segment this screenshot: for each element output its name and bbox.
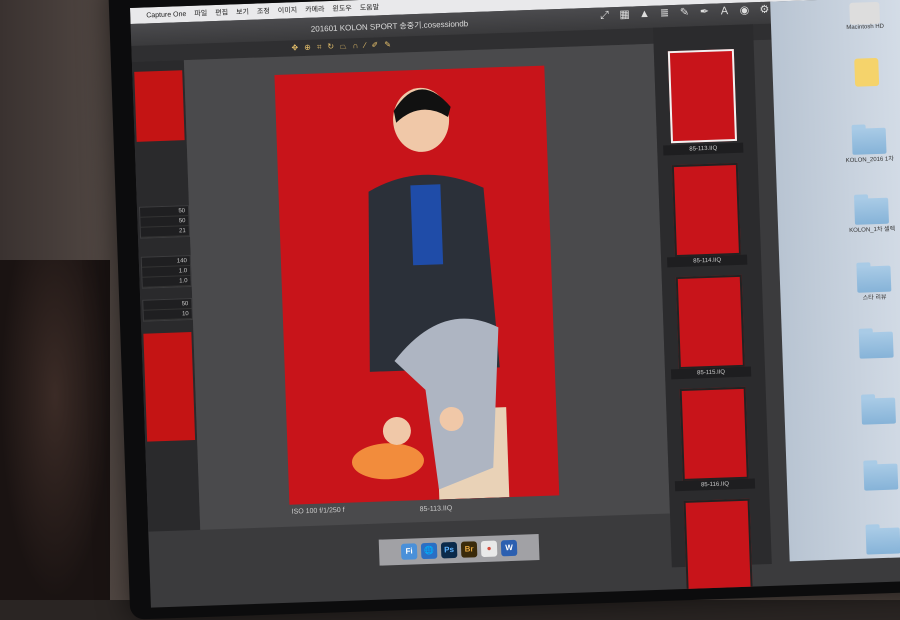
mask-tool-icon[interactable]: ∩ (352, 41, 358, 51)
chrome-dock-icon[interactable]: ● (480, 540, 498, 558)
desktop-item[interactable]: Macintosh HD (824, 1, 900, 32)
folder-icon (863, 463, 899, 491)
eye-icon[interactable]: ◉ (738, 4, 750, 16)
desktop-item-label: 스타 리뷰 (862, 294, 887, 302)
rotate-tool-icon[interactable]: ↻ (327, 42, 334, 52)
session-title: 201601 KOLON SPORT 송중기.cosessiondb (310, 19, 469, 34)
menu-adjust[interactable]: 조정 (257, 6, 270, 16)
bridge-dock-icon[interactable]: Br (460, 541, 478, 558)
image-viewer[interactable]: ISO 100 f/1/250 f 85-113.IIQ (183, 43, 670, 530)
thumbnail[interactable] (683, 498, 753, 593)
drive-icon (849, 1, 881, 25)
picker-tool-icon[interactable]: ⁄ (364, 41, 366, 51)
clarity-section: 140 1.0 1.0 (140, 255, 192, 289)
menu-file[interactable]: 파일 (194, 8, 207, 18)
desktop-item[interactable]: KOLON_2016 1차 (829, 127, 900, 165)
desktop-item[interactable] (840, 463, 900, 492)
menu-camera[interactable]: 카메라 (305, 4, 325, 15)
desktop-item[interactable] (838, 397, 900, 426)
desktop-item[interactable]: 스타 리뷰 (833, 265, 900, 303)
list-icon[interactable]: ≣ (658, 7, 670, 19)
grid-icon[interactable]: ▦ (618, 9, 630, 21)
menu-image[interactable]: 이미지 (278, 5, 298, 16)
import-icon[interactable]: ⤢ (598, 9, 610, 21)
folder-icon (851, 127, 887, 155)
thumbnail-label: 85-115.IIQ (670, 366, 752, 380)
text-icon[interactable]: A (718, 5, 730, 17)
folder-icon (856, 265, 892, 293)
photoshop-dock-icon[interactable]: Ps (440, 541, 458, 559)
viewer-filename: 85-113.IIQ (419, 505, 453, 514)
desktop-item[interactable] (843, 527, 900, 556)
keystone-tool-icon[interactable]: ⏢ (340, 41, 347, 51)
desktop-area: Macintosh HD KOLON_2016 1차 KOLON_1차 셀렉 스… (770, 0, 900, 562)
desktop-item[interactable] (836, 331, 900, 360)
histogram-preview (134, 70, 185, 142)
usb-drive-icon (854, 57, 880, 87)
capture-meta: ISO 100 f/1/250 f (291, 506, 345, 516)
desktop-item-label: KOLON_1차 셀렉 (849, 226, 896, 235)
desktop-item[interactable]: KOLON_1차 셀렉 (831, 197, 900, 235)
thumbnail-browser: 85-113.IIQ 85-114.IIQ 85-115.IIQ 85-116.… (653, 24, 772, 593)
thumbnail-label: 85-114.IIQ (667, 254, 748, 268)
folder-icon (865, 527, 900, 555)
zoom-tool-icon[interactable]: ⊕ (304, 43, 311, 53)
menu-edit[interactable]: 편집 (215, 8, 228, 18)
menu-help[interactable]: 도움말 (360, 2, 380, 13)
top-toolbar: ⤢ ▦ ▲ ≣ ✎ ✒ A ◉ ⚙ (598, 4, 770, 22)
menu-window[interactable]: 윈도우 (332, 3, 352, 14)
color-preview (143, 332, 196, 442)
pan-tool-icon[interactable]: ✥ (291, 43, 298, 53)
annotate-tool-icon[interactable]: ✎ (384, 40, 391, 50)
finder-dock-icon[interactable]: Fi (400, 543, 418, 560)
thumbnail-label: 85-113.IIQ (663, 142, 744, 156)
desktop-item[interactable] (826, 57, 900, 88)
app-name[interactable]: Capture One (146, 11, 186, 19)
pen-icon[interactable]: ✒ (698, 6, 710, 18)
model-figure (351, 87, 510, 500)
radius-value[interactable]: 1.0 (142, 276, 191, 288)
exposure-section: 50 50 21 (138, 205, 191, 239)
desktop-item-label: Macintosh HD (846, 23, 885, 32)
menu-view[interactable]: 보기 (236, 7, 249, 17)
thumbnail[interactable] (675, 274, 745, 370)
desktop-item-label: KOLON_2016 1차 (845, 156, 894, 165)
safari-dock-icon[interactable]: 🌐 (420, 542, 438, 560)
thumbnail-label: 85-116.IIQ (674, 478, 756, 492)
gear-icon[interactable]: ⚙ (758, 4, 770, 16)
eraser-tool-icon[interactable]: ✐ (371, 40, 378, 50)
sharpen-section: 50 10 (142, 298, 193, 322)
levels-icon[interactable]: ▲ (638, 8, 650, 20)
brush-icon[interactable]: ✎ (678, 6, 690, 18)
thumbnail[interactable] (679, 386, 749, 481)
thumbnail[interactable] (667, 48, 738, 144)
blurred-person (0, 260, 110, 600)
thumbnail[interactable] (671, 162, 741, 258)
crop-tool-icon[interactable]: ⌗ (317, 42, 322, 52)
sharpen-threshold[interactable]: 10 (143, 309, 192, 321)
brightness-value[interactable]: 21 (140, 226, 189, 238)
dock: Fi 🌐 Ps Br ● W (378, 534, 540, 566)
main-photo[interactable] (274, 65, 560, 505)
folder-icon (854, 197, 889, 225)
screen: Capture One 파일 편집 보기 조정 이미지 카메라 윈도우 도움말 … (130, 0, 900, 608)
folder-icon (858, 331, 894, 359)
word-dock-icon[interactable]: W (500, 539, 518, 557)
folder-icon (861, 397, 896, 425)
